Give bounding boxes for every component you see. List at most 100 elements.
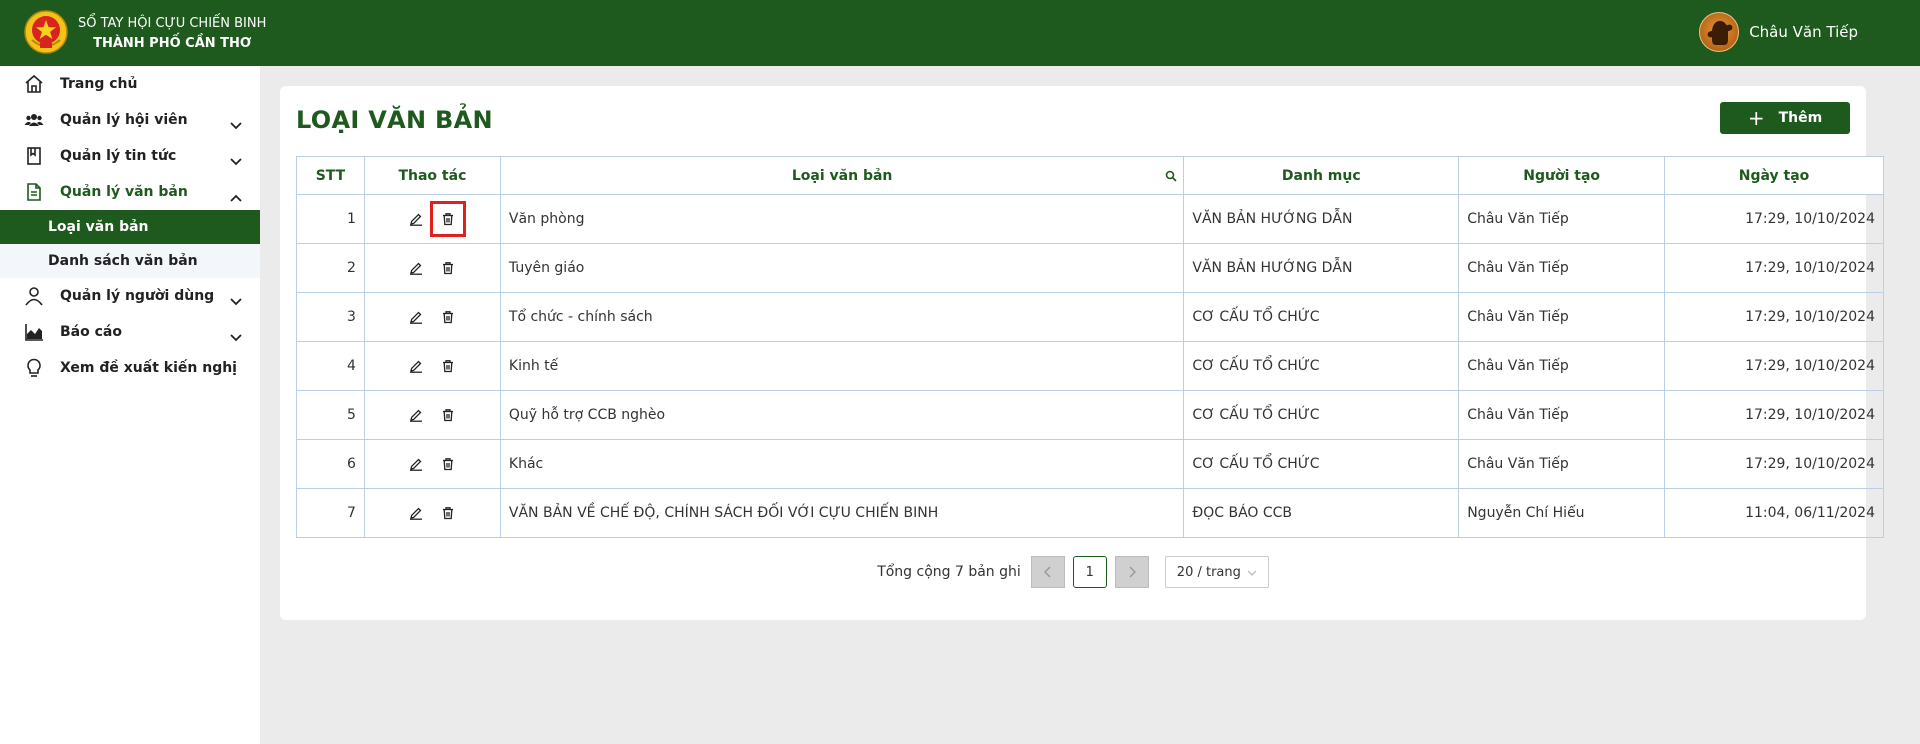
cell-creator: Châu Văn Tiếp: [1458, 439, 1666, 489]
sidebar-item-users[interactable]: Quản lý người dùng: [0, 278, 260, 314]
cell-created-date: 17:29, 10/10/2024: [1664, 194, 1884, 244]
page-size-select[interactable]: 20 / trang: [1164, 556, 1269, 588]
sidebar-item-reports[interactable]: Báo cáo: [0, 314, 260, 350]
cell-document-type: Khác: [499, 439, 1185, 489]
cell-document-type: VĂN BẢN VỀ CHẾ ĐỘ, CHÍNH SÁCH ĐỐI VỚI CỰ…: [499, 488, 1185, 538]
column-header-label: Loại văn bản: [791, 167, 893, 184]
cell-actions: [363, 488, 501, 538]
chevron-down-icon: [230, 291, 242, 310]
document-icon: [24, 182, 44, 202]
sidebar-item-label: Xem đề xuất kiến nghị: [60, 360, 237, 376]
cell-actions: [363, 292, 501, 342]
cell-created-date: 17:29, 10/10/2024: [1664, 439, 1884, 489]
page-number[interactable]: 1: [1072, 556, 1107, 588]
cell-category: ĐỌC BÁO CCB: [1183, 488, 1460, 538]
cell-document-type: Văn phòng: [499, 194, 1185, 244]
sidebar-item-documents[interactable]: Quản lý văn bản: [0, 174, 260, 210]
user-name[interactable]: Châu Văn Tiếp: [1749, 23, 1858, 41]
chevron-down-icon: [230, 151, 242, 170]
next-page-button[interactable]: [1114, 556, 1149, 588]
edit-icon[interactable]: [406, 356, 426, 376]
plus-icon: +: [1747, 106, 1765, 130]
cell-category: VĂN BẢN HƯỚNG DẪN: [1183, 194, 1460, 244]
table-row: 1 Văn phòng VĂN BẢN HƯỚNG DẪN Châu Văn Tiếp…: [296, 194, 1884, 244]
table-row: 4 Kinh tế CƠ CẤU TỔ CHỨC Châu Văn Tiếp 17:29…: [296, 341, 1884, 391]
bookmark-icon: [24, 146, 44, 166]
cell-category: CƠ CẤU TỔ CHỨC: [1183, 439, 1460, 489]
column-header-actions: Thao tác: [363, 156, 501, 195]
delete-icon[interactable]: [438, 454, 458, 474]
user-menu[interactable]: Châu Văn Tiếp: [1699, 12, 1858, 52]
edit-icon[interactable]: [406, 454, 426, 474]
sidebar-item-label: Quản lý hội viên: [60, 112, 188, 128]
cell-stt: 4: [296, 341, 365, 391]
user-icon: [24, 286, 44, 306]
cell-category: CƠ CẤU TỔ CHỨC: [1183, 341, 1460, 391]
chevron-down-icon: [230, 327, 242, 346]
chevron-up-icon: [230, 187, 242, 206]
total-records: Tổng cộng 7 bản ghi: [877, 564, 1021, 580]
sidebar-item-home[interactable]: Trang chủ: [0, 66, 260, 102]
chart-icon: [24, 322, 44, 342]
sidebar-item-label: Quản lý người dùng: [60, 288, 215, 304]
table-row: 5 Quỹ hỗ trợ CCB nghèo CƠ CẤU TỔ CHỨC Châu …: [296, 390, 1884, 440]
cell-created-date: 17:29, 10/10/2024: [1664, 292, 1884, 342]
search-icon[interactable]: [1165, 170, 1177, 186]
cell-created-date: 11:04, 06/11/2024: [1664, 488, 1884, 538]
sidebar-subitem-document-list[interactable]: Danh sách văn bản: [0, 244, 260, 278]
column-header-creator: Người tạo: [1458, 156, 1666, 195]
table-row: 7 VĂN BẢN VỀ CHẾ ĐỘ, CHÍNH SÁCH ĐỐI VỚI C…: [296, 488, 1884, 538]
table-row: 3 Tổ chức - chính sách CƠ CẤU TỔ CHỨC Châu …: [296, 292, 1884, 342]
delete-icon[interactable]: [430, 201, 467, 237]
cell-creator: Châu Văn Tiếp: [1458, 390, 1666, 440]
cell-stt: 1: [296, 194, 365, 244]
brand-line-1: SỔ TAY HỘI CỰU CHIẾN BINH: [78, 16, 267, 31]
chevron-down-icon: [230, 115, 242, 134]
sidebar-item-label: Quản lý tin tức: [60, 148, 177, 164]
edit-icon[interactable]: [406, 503, 426, 523]
column-header-created-date: Ngày tạo: [1664, 156, 1884, 195]
chevron-down-icon: [1247, 565, 1257, 580]
cell-stt: 5: [296, 390, 365, 440]
sidebar-item-members[interactable]: Quản lý hội viên: [0, 102, 260, 138]
cell-actions: [363, 341, 501, 391]
cell-creator: Châu Văn Tiếp: [1458, 194, 1666, 244]
emblem-logo[interactable]: [24, 10, 68, 54]
prev-page-button[interactable]: [1030, 556, 1065, 588]
cell-document-type: Tổ chức - chính sách: [499, 292, 1185, 342]
sidebar-item-suggestions[interactable]: Xem đề xuất kiến nghị: [0, 350, 260, 386]
table-body: 1 Văn phòng VĂN BẢN HƯỚNG DẪN Châu Văn Tiếp…: [296, 194, 1884, 538]
delete-icon[interactable]: [438, 405, 458, 425]
cell-creator: Châu Văn Tiếp: [1458, 341, 1666, 391]
sidebar-item-news[interactable]: Quản lý tin tức: [0, 138, 260, 174]
column-header-category: Danh mục: [1183, 156, 1460, 195]
column-header-stt: STT: [296, 156, 365, 195]
cell-created-date: 17:29, 10/10/2024: [1664, 390, 1884, 440]
delete-icon[interactable]: [438, 258, 458, 278]
cell-actions: [363, 390, 501, 440]
cell-stt: 6: [296, 439, 365, 489]
home-icon: [24, 74, 44, 94]
page-size-value: 20 / trang: [1176, 564, 1241, 580]
cell-document-type: Tuyên giáo: [499, 243, 1185, 293]
sidebar-item-label: Quản lý văn bản: [60, 184, 188, 200]
sidebar-subitem-document-types[interactable]: Loại văn bản: [0, 210, 260, 244]
delete-icon[interactable]: [438, 356, 458, 376]
edit-icon[interactable]: [406, 258, 426, 278]
edit-icon[interactable]: [406, 307, 426, 327]
add-button[interactable]: + Thêm: [1720, 102, 1850, 134]
avatar[interactable]: [1699, 12, 1740, 52]
cell-stt: 2: [296, 243, 365, 293]
cell-created-date: 17:29, 10/10/2024: [1664, 243, 1884, 293]
brand-line-2: THÀNH PHỐ CẦN THƠ: [93, 36, 252, 51]
sidebar-item-label: Báo cáo: [60, 324, 122, 340]
delete-icon[interactable]: [438, 503, 458, 523]
bulb-icon: [24, 358, 44, 378]
delete-icon[interactable]: [438, 307, 458, 327]
edit-icon[interactable]: [406, 209, 426, 229]
sidebar-item-label: Trang chủ: [60, 76, 138, 92]
table-header-row: STT Thao tác Loại văn bản Danh mục Người…: [296, 156, 1884, 195]
cell-actions: [363, 194, 501, 244]
edit-icon[interactable]: [406, 405, 426, 425]
table-row: 6 Khác CƠ CẤU TỔ CHỨC Châu Văn Tiếp 17:29, 1…: [296, 439, 1884, 489]
